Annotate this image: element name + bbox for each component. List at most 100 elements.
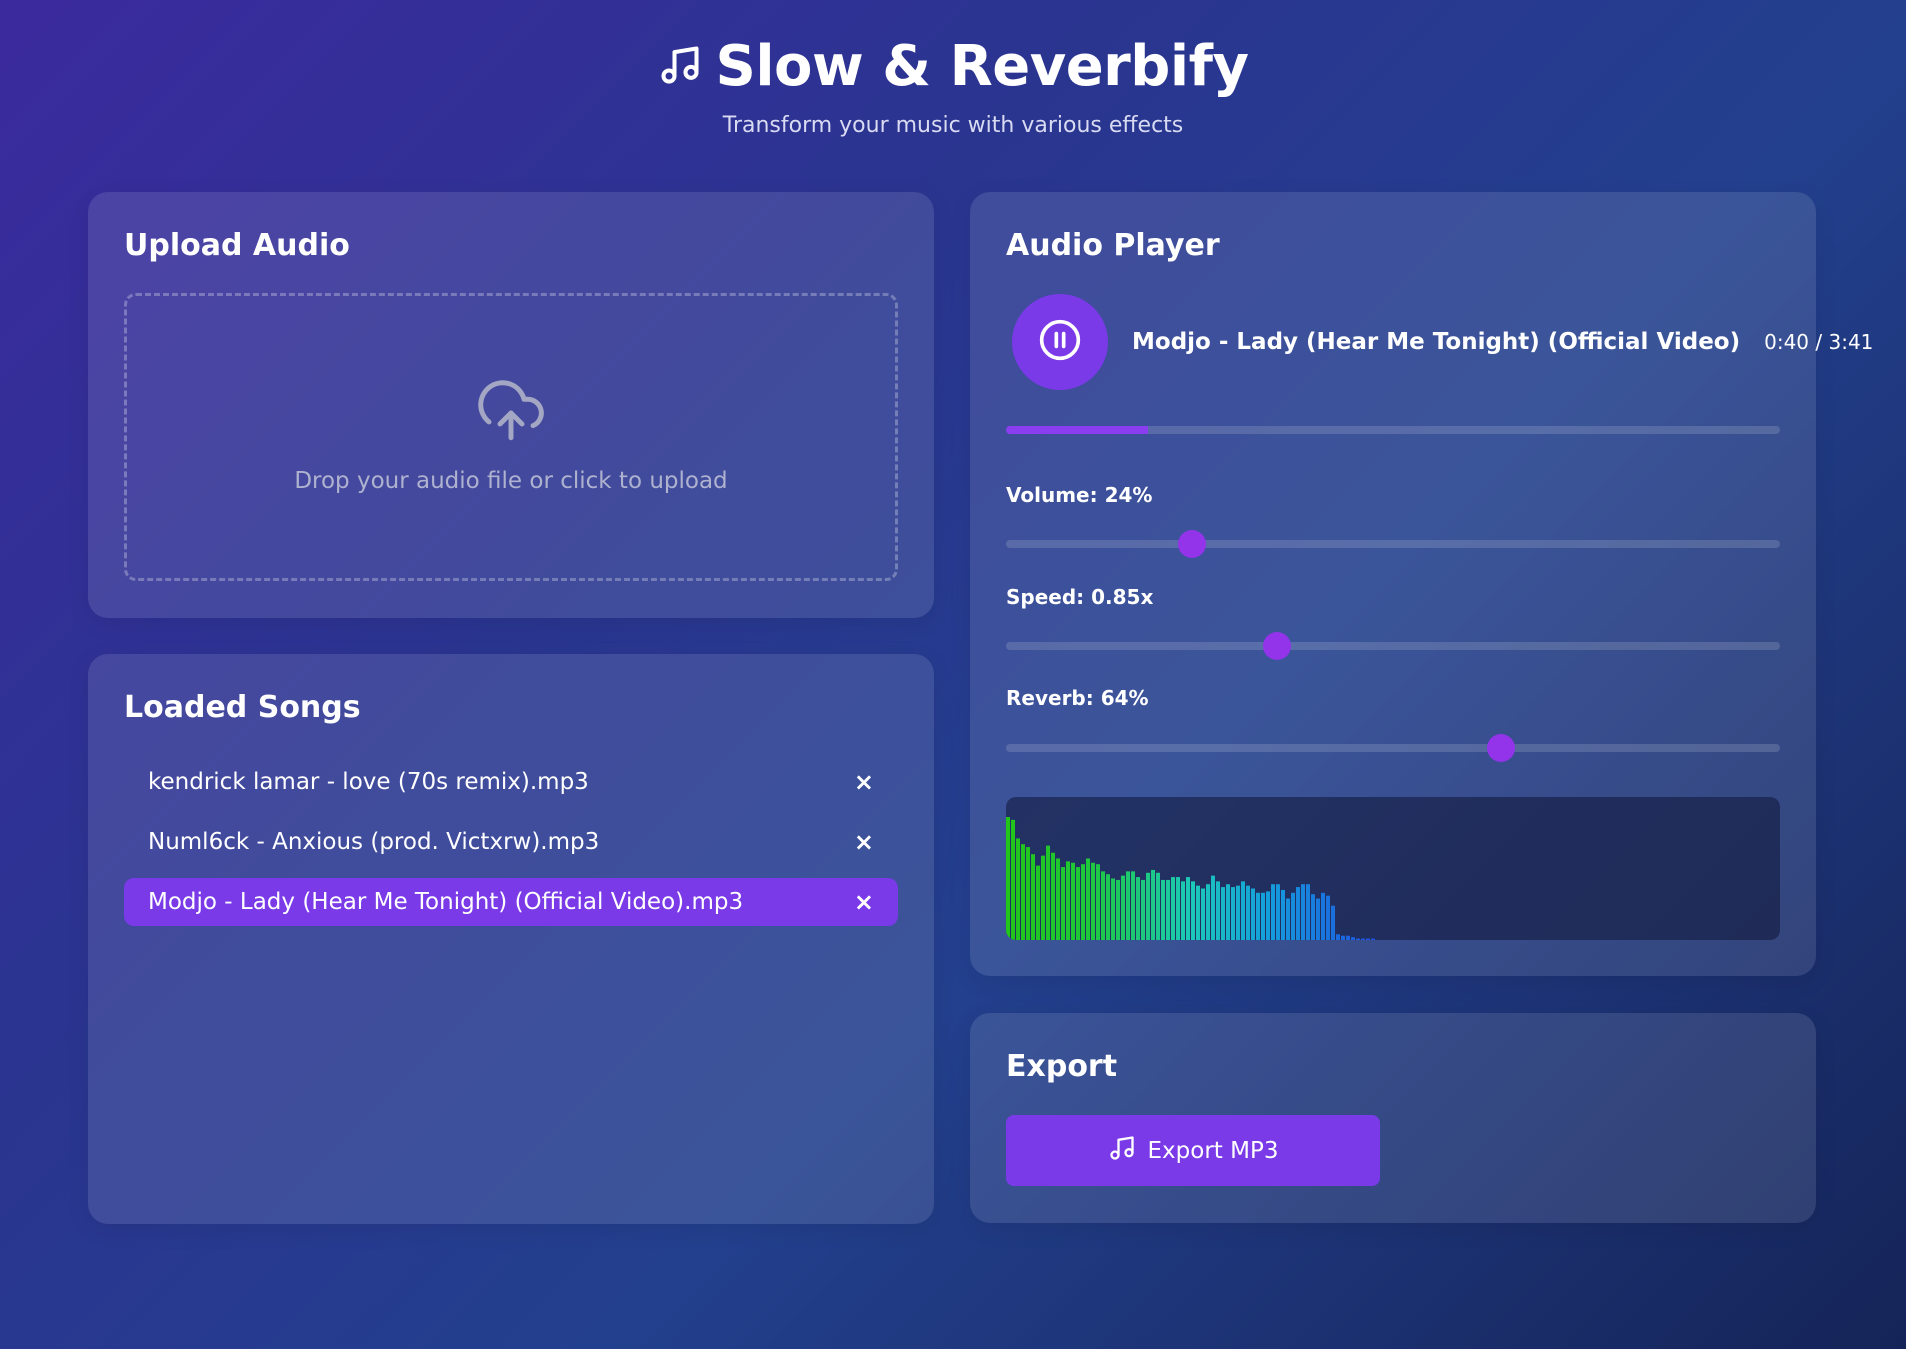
upload-dropzone-text: Drop your audio file or click to upload (294, 468, 728, 494)
visualizer-bar (1031, 854, 1035, 940)
song-name: kendrick lamar - love (70s remix).mp3 (148, 769, 589, 795)
visualizer-bar (1221, 887, 1225, 940)
visualizer-bar (1226, 884, 1230, 940)
visualizer-bar (1126, 871, 1130, 940)
visualizer-bar (1051, 852, 1055, 940)
visualizer-bar (1261, 892, 1265, 940)
playback-progress-bar[interactable] (1006, 426, 1780, 434)
visualizer-bar (1056, 858, 1060, 940)
visualizer-bar (1156, 872, 1160, 940)
song-name: Modjo - Lady (Hear Me Tonight) (Official… (148, 889, 744, 915)
visualizer-bar (1081, 864, 1085, 940)
remove-song-icon[interactable]: × (854, 888, 874, 916)
visualizer-bar (1061, 867, 1065, 940)
visualizer-bar (1206, 884, 1210, 940)
export-card: Export Export MP3 (970, 1013, 1816, 1223)
visualizer-bar (1241, 881, 1245, 940)
visualizer-bar (1186, 877, 1190, 940)
reverb-slider[interactable] (1006, 734, 1780, 762)
remove-song-icon[interactable]: × (854, 768, 874, 796)
visualizer-bar (1066, 861, 1070, 940)
song-list-item-active[interactable]: Modjo - Lady (Hear Me Tonight) (Official… (124, 878, 898, 926)
time-display: 0:40 / 3:41 (1764, 330, 1874, 354)
visualizer-bar (1276, 884, 1280, 940)
visualizer-bar (1336, 934, 1340, 940)
export-mp3-button[interactable]: Export MP3 (1006, 1115, 1380, 1186)
visualizer-bar (1011, 819, 1015, 940)
speed-slider-thumb[interactable] (1262, 632, 1291, 660)
app-subtitle: Transform your music with various effect… (722, 113, 1184, 138)
title-row: Slow & Reverbify (0, 34, 1906, 99)
upload-heading: Upload Audio (124, 228, 350, 263)
speed-slider[interactable] (1006, 632, 1780, 660)
visualizer-bar (1041, 855, 1045, 940)
volume-slider[interactable] (1006, 530, 1780, 558)
visualizer-bar (1141, 879, 1145, 940)
pause-button[interactable] (1012, 294, 1108, 390)
visualizer-bar (1361, 938, 1365, 940)
visualizer-bar (1121, 875, 1125, 940)
visualizer-bar (1136, 877, 1140, 940)
visualizer-bar (1026, 847, 1030, 940)
visualizer-bar (1331, 905, 1335, 940)
visualizer-bar (1211, 875, 1215, 940)
visualizer-bar (1231, 887, 1235, 940)
track-title: Modjo - Lady (Hear Me Tonight) (Official… (1132, 329, 1741, 355)
app-header: Slow & Reverbify Transform your music wi… (0, 34, 1906, 138)
visualizer-bar (1146, 872, 1150, 940)
visualizer-bar (1366, 938, 1370, 940)
music-note-icon (1108, 1134, 1136, 1168)
visualizer-bar (1341, 935, 1345, 940)
export-mp3-label: Export MP3 (1147, 1137, 1279, 1164)
progress-fill (1006, 426, 1148, 434)
visualizer-bar (1131, 871, 1135, 940)
visualizer-bar (1271, 884, 1275, 940)
now-playing-row: Modjo - Lady (Hear Me Tonight) (Official… (1012, 294, 1873, 390)
visualizer-bar (1301, 884, 1305, 940)
loaded-songs-card: Loaded Songs kendrick lamar - love (70s … (88, 654, 934, 1224)
app-title: Slow & Reverbify (715, 34, 1249, 99)
visualizer-bar (1351, 937, 1355, 940)
visualizer-bar (1096, 864, 1100, 940)
volume-slider-thumb[interactable] (1177, 530, 1206, 558)
visualizer-bar (1286, 898, 1290, 940)
visualizer-bar (1371, 938, 1375, 940)
visualizer-bar (1196, 885, 1200, 940)
visualizer-bar (1296, 887, 1300, 940)
visualizer-bar (1291, 892, 1295, 940)
visualizer-bar (1116, 879, 1120, 940)
visualizer-bar (1201, 888, 1205, 940)
visualizer-bar (1316, 898, 1320, 940)
visualizer-bar (1281, 889, 1285, 940)
visualizer-bar (1161, 879, 1165, 940)
upload-dropzone[interactable]: Drop your audio file or click to upload (124, 293, 898, 581)
visualizer-bar (1076, 867, 1080, 940)
visualizer-bar (1216, 881, 1220, 940)
song-list: kendrick lamar - love (70s remix).mp3 × … (124, 758, 898, 938)
visualizer-bar (1101, 871, 1105, 940)
visualizer-bar (1021, 844, 1025, 940)
visualizer-bar (1251, 888, 1255, 940)
visualizer-bar (1326, 895, 1330, 940)
visualizer-bar (1346, 935, 1350, 940)
reverb-slider-thumb[interactable] (1487, 734, 1516, 762)
visualizer-bar (1106, 874, 1110, 940)
reverb-label: Reverb: 64% (1006, 686, 1149, 710)
song-name: Numl6ck - Anxious (prod. Victxrw).mp3 (148, 829, 600, 855)
export-heading: Export (1006, 1049, 1118, 1084)
visualizer-bar (1171, 877, 1175, 940)
visualizer-bar (1111, 878, 1115, 940)
visualizer-bar (1006, 817, 1010, 940)
remove-song-icon[interactable]: × (854, 828, 874, 856)
visualizer-bar (1046, 845, 1050, 940)
song-list-item[interactable]: kendrick lamar - love (70s remix).mp3 × (124, 758, 898, 806)
upload-card: Upload Audio Drop your audio file or cli… (88, 192, 934, 618)
song-list-item[interactable]: Numl6ck - Anxious (prod. Victxrw).mp3 × (124, 818, 898, 866)
visualizer-bar (1176, 877, 1180, 940)
visualizer-svg (1006, 817, 1375, 940)
visualizer-bar (1311, 894, 1315, 940)
visualizer-bar (1246, 885, 1250, 940)
visualizer-bar (1016, 838, 1020, 940)
visualizer-bar (1151, 869, 1155, 940)
visualizer-bar (1306, 884, 1310, 940)
